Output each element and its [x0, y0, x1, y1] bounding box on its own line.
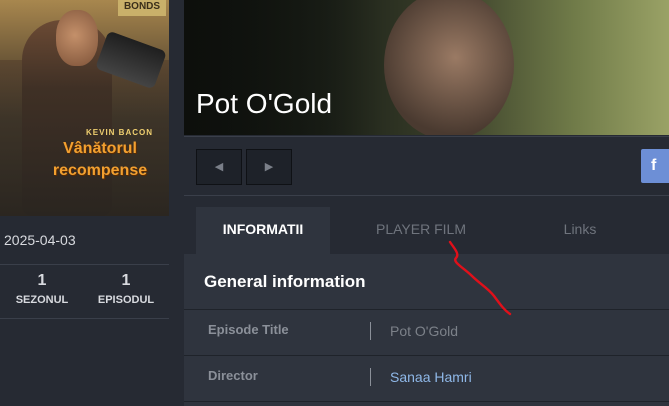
tab-bar: INFORMATII PLAYER FILM Links: [184, 197, 669, 254]
season-label: SEZONUL: [15, 294, 69, 306]
info-row: Episode Title Pot O'Gold: [184, 310, 669, 355]
next-episode-button[interactable]: ▶: [246, 149, 292, 185]
info-row: Director Sanaa Hamri: [184, 356, 669, 401]
poster-actor: KEVIN BACON: [86, 128, 154, 137]
poster-title-line1: Vânătorul: [63, 140, 137, 157]
info-key: Director: [208, 368, 258, 383]
divider: [0, 318, 169, 319]
episode-label: EPISODUL: [97, 294, 155, 306]
hero-person: [384, 0, 514, 135]
facebook-share-button[interactable]: f: [641, 149, 669, 183]
tab-links[interactable]: Links: [514, 207, 646, 254]
tab-informatii[interactable]: INFORMATII: [196, 207, 330, 254]
info-panel: General information Episode Title Pot O'…: [184, 254, 669, 406]
sidebar: BONDS KEVIN BACON Vânătorul recompense 2…: [0, 0, 184, 406]
annotation-stroke: [448, 240, 512, 316]
info-value: Pot O'Gold: [390, 323, 459, 339]
season-count: 1: [37, 272, 47, 289]
section-heading: General information: [204, 272, 366, 291]
divider: [0, 264, 169, 265]
episode-stat: 1 EPISODUL: [84, 272, 168, 306]
arrow-left-icon: ◀: [214, 161, 224, 173]
info-key: Episode Title: [208, 322, 289, 337]
poster-image[interactable]: BONDS KEVIN BACON Vânătorul recompense: [0, 0, 169, 216]
facebook-icon: f: [651, 157, 657, 174]
toolbar: ◀ ▶ f: [184, 136, 669, 196]
season-stat: 1 SEZONUL: [0, 272, 84, 306]
prev-episode-button[interactable]: ◀: [196, 149, 242, 185]
poster-title-line2: recompense: [52, 162, 148, 179]
arrow-right-icon: ▶: [264, 161, 274, 173]
separator: [370, 368, 371, 386]
poster-sign: BONDS: [118, 0, 166, 16]
release-date: 2025-04-03: [4, 232, 76, 248]
page: BONDS KEVIN BACON Vânătorul recompense 2…: [0, 0, 669, 406]
poster-face: [56, 10, 98, 66]
hero-backdrop: Pot O'Gold: [184, 0, 669, 135]
episode-count: 1: [121, 272, 131, 289]
director-link[interactable]: Sanaa Hamri: [390, 369, 472, 385]
separator: [370, 322, 371, 340]
episode-title: Pot O'Gold: [196, 88, 333, 119]
row-divider: [184, 401, 669, 402]
